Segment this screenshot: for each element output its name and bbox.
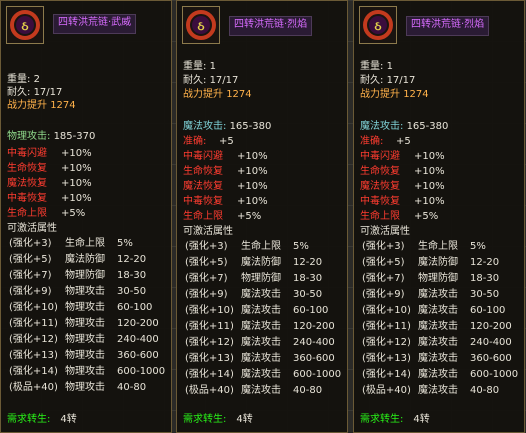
enhancement-row: (强化+3) 生命上限 5%	[362, 241, 486, 252]
main-stat-row: 物理攻击: 185-370	[7, 131, 96, 142]
enhancement-row: (强化+5) 魔法防御 12-20	[362, 257, 500, 268]
requirement-row: 需求转生: 4转	[7, 414, 77, 425]
svg-text:ઠ: ઠ	[375, 19, 382, 33]
bonus-row: 生命恢复 +10%	[7, 163, 92, 174]
necklace-icon: ઠ	[6, 6, 44, 44]
bonus-row: 中毒恢复 +10%	[7, 193, 92, 204]
enhancement-row: (强化+12) 物理攻击 240-400	[9, 334, 159, 345]
necklace-icon: ઠ	[182, 6, 220, 44]
enhancement-row: (强化+9) 物理攻击 30-50	[9, 286, 147, 297]
enhancement-row: (强化+3) 生命上限 5%	[185, 241, 309, 252]
item-name: 四转洪荒链·烈焰	[406, 16, 490, 36]
durability-row: 耐久: 17/17	[183, 75, 239, 86]
weight-row: 重量: 1	[360, 61, 393, 72]
item-tooltip-2: ઠ 四转洪荒链·烈焰 重量: 1 耐久: 17/17 战力提升 1274 魔法攻…	[176, 0, 348, 433]
enhancement-row: (强化+10) 物理攻击 60-100	[9, 302, 153, 313]
durability-row: 耐久: 17/17	[360, 75, 416, 86]
bonus-row: 中毒恢复 +10%	[183, 196, 268, 207]
enhancement-row: (强化+7) 物理防御 18-30	[362, 273, 500, 284]
requirement-row: 需求转生: 4转	[360, 414, 430, 425]
durability-row: 耐久: 17/17	[7, 87, 63, 98]
item-tooltip-3: ઠ 四转洪荒链·烈焰 重量: 1 耐久: 17/17 战力提升 1274 魔法攻…	[353, 0, 525, 433]
power-row: 战力提升 1274	[183, 89, 252, 100]
enhancement-row: (强化+14) 魔法攻击 600-1000	[185, 369, 342, 380]
bonus-row: 生命上限 +5%	[7, 208, 86, 219]
bonus-row: 魔法恢复 +10%	[360, 181, 445, 192]
bonus-row: 生命上限 +5%	[183, 211, 262, 222]
requirement-row: 需求转生: 4转	[183, 414, 253, 425]
enhancement-row: (强化+12) 魔法攻击 240-400	[362, 337, 512, 348]
item-name: 四转洪荒链·烈焰	[229, 16, 313, 36]
enhancement-row: (强化+7) 物理防御 18-30	[9, 270, 147, 281]
enhancement-row: (强化+11) 物理攻击 120-200	[9, 318, 159, 329]
svg-text:ઠ: ઠ	[22, 19, 29, 33]
item-tooltip-1: ઠ 四转洪荒链·武威 重量: 2 耐久: 17/17 战力提升 1274 物理攻…	[0, 0, 172, 433]
item-name: 四转洪荒链·武威	[53, 14, 137, 34]
enhancement-row: (强化+12) 魔法攻击 240-400	[185, 337, 335, 348]
accuracy-row: 准确: +5	[183, 136, 234, 147]
enhancement-row: (强化+7) 物理防御 18-30	[185, 273, 323, 284]
necklace-icon: ઠ	[359, 6, 397, 44]
bonus-row: 中毒闪避 +10%	[7, 148, 92, 159]
bonus-row: 魔法恢复 +10%	[7, 178, 92, 189]
main-stat-row: 魔法攻击: 165-380	[183, 121, 272, 132]
enhancement-row: (强化+5) 魔法防御 12-20	[185, 257, 323, 268]
power-row: 战力提升 1274	[7, 100, 76, 111]
accuracy-row: 准确: +5	[360, 136, 411, 147]
enhancement-row: (强化+13) 魔法攻击 360-600	[362, 353, 512, 364]
enhancement-row: (强化+9) 魔法攻击 30-50	[185, 289, 323, 300]
activatable-header: 可激活属性	[360, 226, 410, 237]
bonus-row: 生命恢复 +10%	[183, 166, 268, 177]
power-row: 战力提升 1274	[360, 89, 429, 100]
bonus-row: 中毒闪避 +10%	[183, 151, 268, 162]
enhancement-row: (强化+13) 物理攻击 360-600	[9, 350, 159, 361]
enhancement-row: (强化+11) 魔法攻击 120-200	[185, 321, 335, 332]
enhancement-row: (极品+40) 物理攻击 40-80	[9, 382, 147, 393]
enhancement-row: (强化+13) 魔法攻击 360-600	[185, 353, 335, 364]
weight-row: 重量: 2	[7, 74, 40, 85]
enhancement-row: (强化+10) 魔法攻击 60-100	[185, 305, 329, 316]
enhancement-row: (强化+5) 魔法防御 12-20	[9, 254, 147, 265]
weight-row: 重量: 1	[183, 61, 216, 72]
enhancement-row: (强化+14) 物理攻击 600-1000	[9, 366, 166, 377]
enhancement-row: (强化+3) 生命上限 5%	[9, 238, 133, 249]
svg-text:ઠ: ઠ	[198, 19, 205, 33]
bonus-row: 生命上限 +5%	[360, 211, 439, 222]
enhancement-row: (极品+40) 魔法攻击 40-80	[185, 385, 323, 396]
enhancement-row: (强化+9) 魔法攻击 30-50	[362, 289, 500, 300]
enhancement-row: (强化+10) 魔法攻击 60-100	[362, 305, 506, 316]
enhancement-row: (极品+40) 魔法攻击 40-80	[362, 385, 500, 396]
main-stat-row: 魔法攻击: 165-380	[360, 121, 449, 132]
bonus-row: 中毒闪避 +10%	[360, 151, 445, 162]
activatable-header: 可激活属性	[183, 226, 233, 237]
bonus-row: 中毒恢复 +10%	[360, 196, 445, 207]
bonus-row: 魔法恢复 +10%	[183, 181, 268, 192]
enhancement-row: (强化+14) 魔法攻击 600-1000	[362, 369, 519, 380]
bonus-row: 生命恢复 +10%	[360, 166, 445, 177]
enhancement-row: (强化+11) 魔法攻击 120-200	[362, 321, 512, 332]
activatable-header: 可激活属性	[7, 223, 57, 234]
